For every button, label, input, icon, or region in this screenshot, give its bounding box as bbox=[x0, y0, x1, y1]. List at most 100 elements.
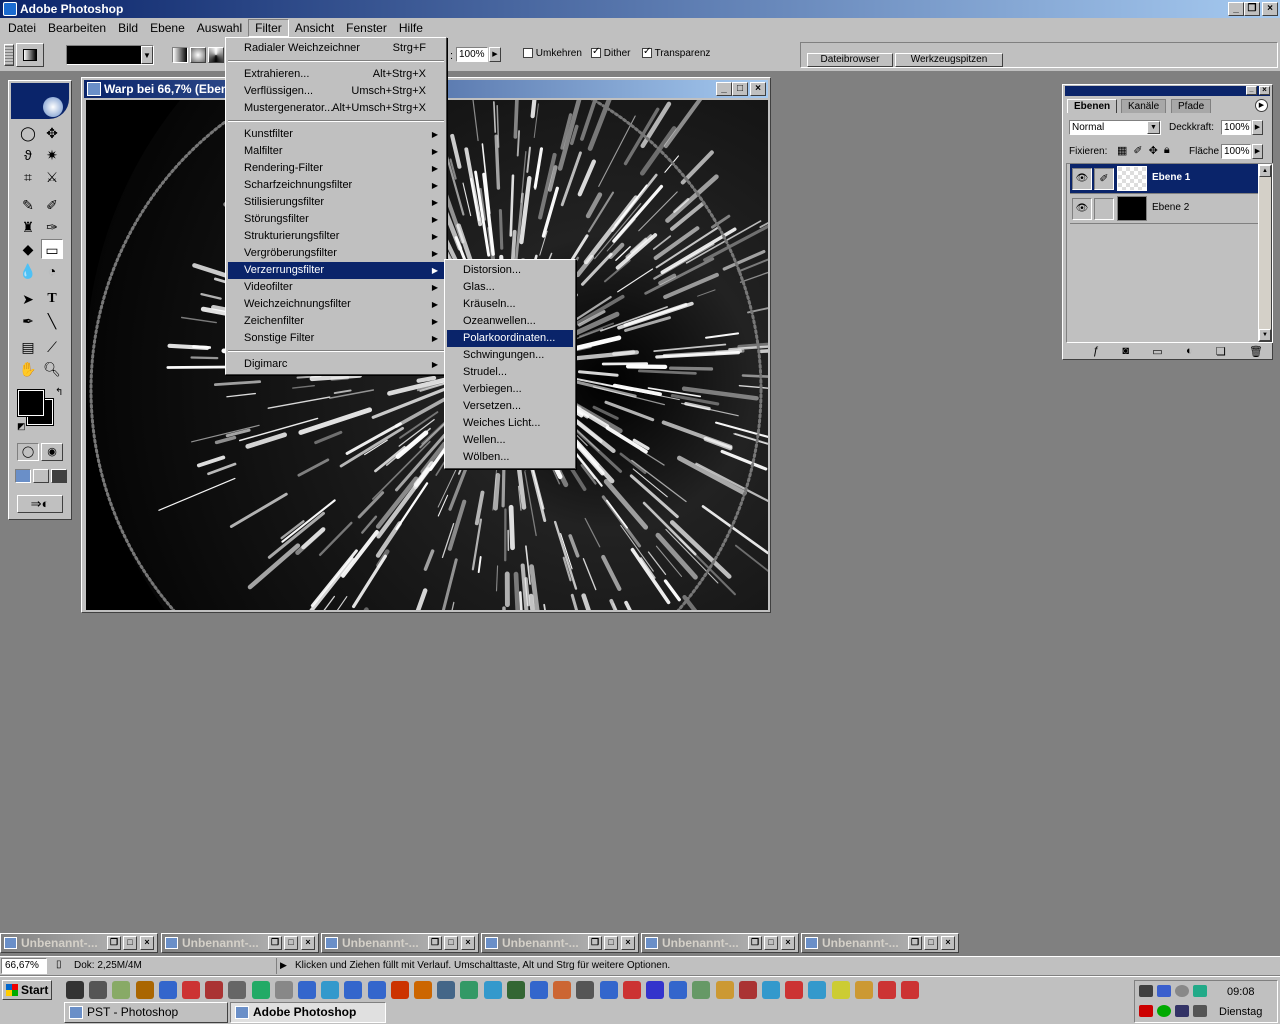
restore-button[interactable]: ❐ bbox=[1244, 2, 1260, 16]
minimized-window[interactable]: Unbenannt-... ❐ □ × bbox=[481, 933, 639, 953]
swap-colors-icon[interactable]: ↰ bbox=[55, 387, 63, 398]
zoom-field[interactable]: 66,67% bbox=[1, 958, 47, 974]
new-set-icon[interactable]: ▭ bbox=[1152, 345, 1162, 359]
lock-transparency-icon[interactable]: ▦ bbox=[1117, 144, 1127, 158]
quick-launch-icon[interactable] bbox=[738, 981, 757, 999]
opacity-arrow-icon[interactable]: ▶ bbox=[1252, 120, 1263, 135]
gradient-picker[interactable]: ▼ bbox=[66, 45, 154, 65]
slice-tool-icon[interactable]: ⚔ bbox=[41, 167, 63, 187]
distort-item-strudel[interactable]: Strudel... bbox=[447, 364, 573, 381]
trash-icon[interactable]: 🗑︎ bbox=[1249, 345, 1263, 359]
quick-launch-icon[interactable] bbox=[692, 981, 711, 999]
healing-brush-icon[interactable]: ✎ bbox=[17, 195, 39, 215]
eye-icon[interactable]: 👁︎ bbox=[1072, 168, 1092, 190]
layer-row-ebene-1[interactable]: 👁︎ ✐ Ebene 1 bbox=[1070, 164, 1260, 194]
layer-fill-input[interactable]: 100% bbox=[1221, 144, 1251, 159]
distort-item-wellen[interactable]: Wellen... bbox=[447, 432, 573, 449]
screen-mode-menu-icon[interactable] bbox=[33, 469, 49, 483]
distort-item-ozeanwellen[interactable]: Ozeanwellen... bbox=[447, 313, 573, 330]
quick-launch-icon[interactable] bbox=[669, 981, 688, 999]
chevron-down-icon[interactable]: ▼ bbox=[1147, 121, 1160, 134]
tray-icon[interactable] bbox=[1157, 1005, 1171, 1017]
screen-mode-full-icon[interactable] bbox=[51, 469, 67, 483]
standard-mode-icon[interactable]: ◯ bbox=[17, 443, 39, 461]
zoom-tool-icon[interactable]: 🔍︎ bbox=[41, 359, 63, 379]
tray-icon[interactable] bbox=[1175, 985, 1189, 997]
doc-close-button[interactable]: × bbox=[750, 82, 766, 96]
blur-tool-icon[interactable]: 💧 bbox=[17, 261, 39, 281]
dodge-tool-icon[interactable]: ◔ bbox=[41, 261, 63, 281]
filter-item-malfilter[interactable]: Malfilter ▶ bbox=[228, 143, 444, 160]
opacity-input[interactable]: 100% bbox=[456, 47, 488, 62]
palette-menu-arrow-icon[interactable]: ▶ bbox=[1255, 99, 1268, 112]
quick-launch-icon[interactable] bbox=[530, 981, 548, 999]
type-tool-icon[interactable]: T bbox=[41, 289, 63, 309]
menu-ansicht[interactable]: Ansicht bbox=[289, 19, 340, 37]
tray-icon[interactable] bbox=[1139, 1005, 1153, 1017]
magic-wand-icon[interactable]: ✷ bbox=[41, 145, 63, 165]
filter-item-weichzeichnung[interactable]: Weichzeichnungsfilter ▶ bbox=[228, 296, 444, 313]
filter-item-kunstfilter[interactable]: Kunstfilter ▶ bbox=[228, 126, 444, 143]
minimize-button[interactable]: _ bbox=[1228, 2, 1244, 16]
menu-ebene[interactable]: Ebene bbox=[144, 19, 191, 37]
filter-item-vergroeberung[interactable]: Vergröberungsfilter ▶ bbox=[228, 245, 444, 262]
distort-item-weiches-licht[interactable]: Weiches Licht... bbox=[447, 415, 573, 432]
task-adobe-photoshop[interactable]: Adobe Photoshop bbox=[230, 1002, 386, 1023]
gradient-tool-icon[interactable]: ▭ bbox=[41, 239, 63, 259]
menu-bearbeiten[interactable]: Bearbeiten bbox=[42, 19, 112, 37]
quick-launch-icon[interactable] bbox=[808, 981, 827, 999]
transparency-checkbox[interactable] bbox=[642, 46, 652, 59]
distort-item-woelben[interactable]: Wölben... bbox=[447, 449, 573, 466]
quick-launch-icon[interactable] bbox=[298, 981, 316, 999]
quick-launch-icon[interactable] bbox=[112, 981, 131, 999]
dither-option[interactable]: Dither bbox=[591, 46, 630, 59]
filter-item-strukturierung[interactable]: Strukturierungsfilter ▶ bbox=[228, 228, 444, 245]
quick-launch-icon[interactable] bbox=[831, 981, 850, 999]
quick-launch-icon[interactable] bbox=[460, 981, 479, 999]
quick-launch-icon[interactable] bbox=[274, 981, 293, 999]
new-layer-icon[interactable]: ❏ bbox=[1216, 345, 1226, 359]
radial-gradient-icon[interactable] bbox=[190, 47, 206, 63]
quick-launch-icon[interactable] bbox=[251, 981, 270, 999]
layer-mask-icon[interactable]: ◙ bbox=[1122, 345, 1129, 359]
tray-icon[interactable] bbox=[1139, 985, 1153, 997]
foreground-color-swatch[interactable] bbox=[17, 389, 45, 417]
distort-item-distorsion[interactable]: Distorsion... bbox=[447, 262, 573, 279]
quick-launch-icon[interactable] bbox=[158, 981, 177, 999]
layer-opacity-input[interactable]: 100% bbox=[1221, 120, 1251, 135]
adobe-online-icon[interactable] bbox=[11, 95, 69, 119]
quick-launch-icon[interactable] bbox=[367, 981, 386, 999]
pen-tool-icon[interactable]: ✒ bbox=[17, 311, 39, 331]
close-button[interactable]: × bbox=[1262, 2, 1278, 16]
brush-icon[interactable]: ✐ bbox=[1094, 168, 1114, 190]
menu-hilfe[interactable]: Hilfe bbox=[393, 19, 429, 37]
quick-launch-icon[interactable] bbox=[506, 981, 525, 999]
tab-dateibrowser[interactable]: Dateibrowser bbox=[807, 53, 893, 67]
eraser-tool-icon[interactable]: ◆ bbox=[17, 239, 39, 259]
palette-minimize-button[interactable]: _ bbox=[1246, 86, 1257, 95]
marquee-tool-icon[interactable]: ◯ bbox=[17, 123, 39, 143]
filter-item-radialer-weichzeichner[interactable]: Radialer Weichzeichner Strg+F bbox=[228, 40, 444, 57]
quick-launch-icon[interactable] bbox=[576, 981, 595, 999]
quick-launch-icon[interactable] bbox=[182, 981, 200, 999]
menu-datei[interactable]: Datei bbox=[2, 19, 42, 37]
quick-launch-icon[interactable] bbox=[437, 981, 456, 999]
path-selection-icon[interactable]: ➤ bbox=[17, 289, 39, 309]
opacity-arrow-icon[interactable]: ▶ bbox=[489, 47, 501, 62]
filter-item-video[interactable]: Videofilter ▶ bbox=[228, 279, 444, 296]
filter-item-rendering[interactable]: Rendering-Filter ▶ bbox=[228, 160, 444, 177]
distort-item-polarkoordinaten[interactable]: Polarkoordinaten... bbox=[447, 330, 573, 347]
lock-all-icon[interactable]: 🔒︎ bbox=[1164, 144, 1170, 158]
quick-launch-icon[interactable] bbox=[344, 981, 363, 999]
filter-item-sonstige[interactable]: Sonstige Filter ▶ bbox=[228, 330, 444, 347]
tab-pfade[interactable]: Pfade bbox=[1171, 99, 1212, 113]
adjustment-layer-icon[interactable]: ◐ bbox=[1186, 345, 1193, 359]
start-button[interactable]: Start bbox=[2, 980, 52, 1000]
quick-launch-icon[interactable] bbox=[622, 981, 641, 999]
filter-item-verzerrung[interactable]: Verzerrungsfilter ▶ bbox=[228, 262, 444, 279]
quick-launch-icon[interactable] bbox=[553, 981, 572, 999]
quickmask-mode-icon[interactable]: ◉ bbox=[41, 443, 63, 461]
palette-close-button[interactable]: × bbox=[1259, 86, 1270, 95]
doc-minimize-button[interactable]: _ bbox=[716, 82, 732, 96]
quick-launch-icon[interactable] bbox=[66, 981, 84, 999]
